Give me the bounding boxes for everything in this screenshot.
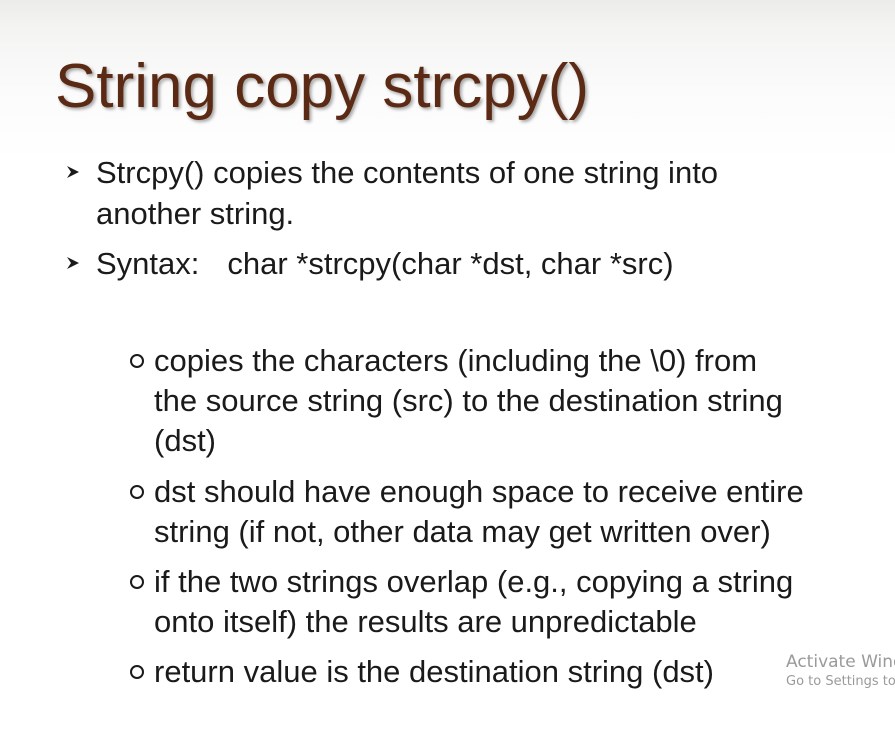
bullet-line: another string.	[96, 196, 295, 231]
activate-windows-watermark: Activate Windows Go to Settings to activ…	[786, 651, 895, 691]
sub-bullet-line: the source string (src) to the destinati…	[154, 383, 783, 418]
bullet-line: Strcpy() copies the contents of one stri…	[96, 155, 719, 190]
arrowhead-bullet-icon	[66, 256, 80, 270]
watermark-subtitle: Go to Settings to activate Windows.	[786, 674, 895, 689]
sub-bullet-item: copies the characters (including the \0)…	[130, 341, 783, 461]
arrowhead-bullet-icon	[66, 165, 80, 179]
hollow-circle-bullet-icon	[130, 575, 144, 589]
sub-bullet-line: if the two strings overlap (e.g., copyin…	[154, 564, 794, 599]
syntax-code: char *strcpy(char *dst, char *src)	[227, 246, 674, 281]
watermark-title: Activate Windows	[786, 652, 895, 672]
hollow-circle-bullet-icon	[130, 354, 144, 368]
bullet-item-syntax: Syntax: char *strcpy(char *dst, char *src…	[67, 243, 674, 284]
sub-bullet-line: return value is the destination string (…	[154, 654, 714, 689]
sub-bullet-item: if the two strings overlap (e.g., copyin…	[130, 562, 794, 642]
sub-bullet-line: (dst)	[154, 423, 216, 458]
sub-bullet-line: string (if not, other data may get writt…	[154, 514, 771, 549]
sub-bullet-item: dst should have enough space to receive …	[130, 472, 804, 552]
hollow-circle-bullet-icon	[130, 485, 144, 499]
bullet-item-strcpy-description: Strcpy() copies the contents of one stri…	[67, 152, 719, 234]
sub-bullet-line: copies the characters (including the \0)…	[154, 343, 758, 378]
sub-bullet-item: return value is the destination string (…	[130, 652, 714, 692]
sub-bullet-line: dst should have enough space to receive …	[154, 474, 804, 509]
syntax-label: Syntax:	[96, 246, 200, 281]
sub-bullet-line: onto itself) the results are unpredictab…	[154, 604, 697, 639]
hollow-circle-bullet-icon	[130, 665, 144, 679]
slide-title: String copy strcpy()	[55, 52, 590, 121]
